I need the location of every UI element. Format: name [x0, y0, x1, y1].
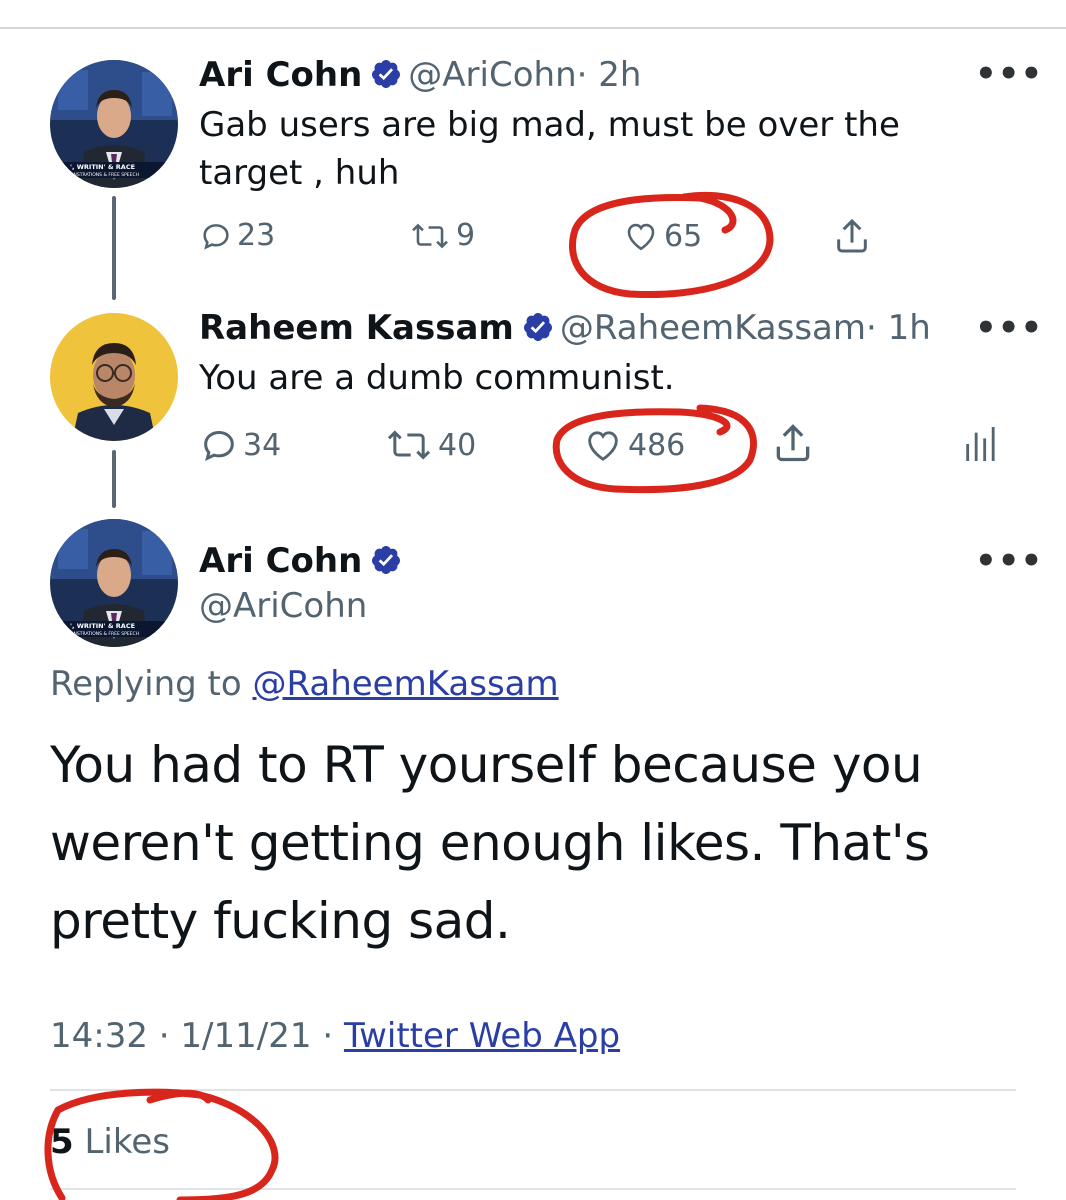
- avatar-caption-2: ONSTRATIONS & FREE SPEECH: [70, 172, 139, 178]
- reply-icon: [204, 430, 234, 462]
- divider: [50, 1188, 1016, 1190]
- share-button-2[interactable]: [771, 421, 819, 465]
- more-icon[interactable]: •••: [975, 311, 1043, 345]
- tweet-time[interactable]: · 2h: [577, 55, 642, 95]
- tweet-1-text: Gab users are big mad, must be over the …: [199, 105, 900, 193]
- meta-separator: ·: [322, 1016, 334, 1056]
- heart-icon: [627, 223, 655, 251]
- avatar-ari-cohn-2[interactable]: ', WRITIN' & RACE ONSTRATIONS & FREE SPE…: [50, 519, 178, 647]
- tweet-date: 1/11/21: [180, 1016, 312, 1056]
- share-icon: [776, 424, 810, 462]
- author-handle[interactable]: @AriCohn: [199, 586, 367, 626]
- like-count: 65: [664, 218, 703, 254]
- replying-to: Replying to @RaheemKassam: [50, 664, 559, 704]
- tweet-2-header: Raheem Kassam @RaheemKassam· 1h: [199, 308, 931, 348]
- divider: [50, 1089, 1016, 1091]
- likes-label: Likes: [84, 1122, 170, 1162]
- share-icon: [837, 218, 867, 253]
- retweet-count: 40: [438, 427, 477, 463]
- main-tweet-handle-row: @AriCohn: [199, 586, 367, 626]
- tweet-time[interactable]: · 1h: [866, 308, 931, 348]
- tweet-time: 14:32: [50, 1016, 148, 1056]
- avatar-caption-2: ONSTRATIONS & FREE SPEECH: [70, 631, 139, 637]
- analytics-icon: [966, 427, 995, 461]
- verified-icon: [523, 313, 552, 341]
- avatar-raheem-kassam[interactable]: [50, 313, 178, 441]
- retweet-icon: [387, 430, 431, 460]
- author-name[interactable]: Raheem Kassam: [199, 308, 514, 348]
- tweet-2-text: You are a dumb communist.: [199, 358, 675, 398]
- tweet-1-header: Ari Cohn @AriCohn· 2h: [199, 55, 641, 95]
- analytics-button[interactable]: [962, 424, 1000, 464]
- author-handle[interactable]: @AriCohn: [408, 55, 576, 95]
- retweet-count: 9: [456, 218, 476, 253]
- tweet-meta: 14:32 · 1/11/21 · Twitter Web App: [50, 1016, 620, 1056]
- thread-connector-2: [112, 450, 116, 508]
- main-tweet-text: You had to RT yourself because you weren…: [50, 736, 930, 950]
- retweet-button-1[interactable]: 9: [408, 218, 475, 253]
- reply-button-1[interactable]: 23: [199, 218, 275, 253]
- heart-icon: [588, 431, 618, 461]
- avatar-caption-1: ', WRITIN' & RACE: [70, 622, 135, 630]
- replying-to-link[interactable]: @RaheemKassam: [253, 664, 559, 704]
- reply-count: 34: [243, 427, 282, 463]
- author-name[interactable]: Ari Cohn: [199, 541, 362, 581]
- avatar-ari-cohn-1[interactable]: ', WRITIN' & RACE ONSTRATIONS & FREE SPE…: [50, 60, 178, 188]
- retweet-icon: [412, 223, 448, 248]
- meta-separator: ·: [158, 1016, 170, 1056]
- reply-icon: [203, 223, 229, 250]
- like-button-2[interactable]: 486: [582, 425, 685, 465]
- avatar-caption-1: ', WRITIN' & RACE: [70, 163, 135, 171]
- author-handle[interactable]: @RaheemKassam: [560, 308, 866, 348]
- more-icon[interactable]: •••: [975, 57, 1043, 91]
- reply-button-2[interactable]: 34: [199, 425, 281, 465]
- verified-icon: [372, 546, 401, 574]
- share-button-1[interactable]: [832, 216, 876, 256]
- likes-count: 5: [50, 1122, 74, 1162]
- retweet-button-2[interactable]: 40: [384, 425, 476, 465]
- thread-connector-1: [112, 196, 116, 300]
- replying-prefix: Replying to: [50, 664, 242, 704]
- tweet-source-link[interactable]: Twitter Web App: [344, 1016, 620, 1056]
- more-icon[interactable]: •••: [975, 544, 1043, 578]
- like-count: 486: [628, 427, 686, 463]
- verified-icon: [372, 60, 401, 88]
- main-tweet-name-row: Ari Cohn: [199, 541, 408, 581]
- reply-count: 23: [237, 218, 276, 253]
- like-button-1[interactable]: 65: [622, 218, 702, 254]
- author-name[interactable]: Ari Cohn: [199, 55, 362, 95]
- top-divider: [0, 27, 1066, 29]
- likes-summary[interactable]: 5 Likes: [50, 1122, 170, 1162]
